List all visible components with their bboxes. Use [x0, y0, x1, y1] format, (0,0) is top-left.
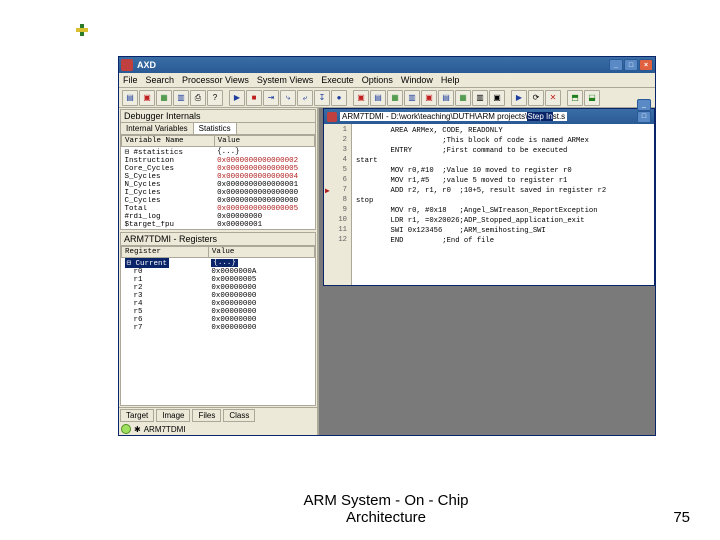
statistics-row[interactable]: Instruction0x0000000000000002: [122, 157, 315, 165]
toolbar-button[interactable]: ●: [331, 90, 347, 106]
toolbar-button[interactable]: ▶: [511, 90, 527, 106]
toolbar-button[interactable]: ✕: [545, 90, 561, 106]
register-row[interactable]: r40x00000000: [122, 300, 315, 308]
bottom-tabs: Target Image Files Class: [119, 407, 317, 423]
debugger-internals-panel: Debugger Internals Internal Variables St…: [120, 109, 316, 230]
toolbar-button[interactable]: ⬓: [584, 90, 600, 106]
register-row[interactable]: r00x0000000A: [122, 268, 315, 276]
col-value[interactable]: Value: [208, 247, 314, 258]
col-register[interactable]: Register: [122, 247, 209, 258]
registers-table: Register Value ⊟ Current {...} r00x00000…: [121, 246, 315, 332]
toolbar-button[interactable]: ▤: [370, 90, 386, 106]
body: Debugger Internals Internal Variables St…: [119, 108, 655, 435]
statistics-row[interactable]: Core_Cycles0x0000000000000005: [122, 165, 315, 173]
code-window: ARM7TDMI - D:\work\teaching\DUTH\ARM pro…: [323, 108, 655, 286]
app-icon: [121, 59, 133, 71]
line-number-gutter: 1234567▶89101112: [324, 124, 352, 285]
axd-main-window: AXD _ □ × File Search Processor Views Sy…: [118, 56, 656, 436]
menu-file[interactable]: File: [123, 75, 138, 85]
toolbar-button[interactable]: ⎙: [190, 90, 206, 106]
processor-indicator[interactable]: ✱ ARM7TDMI: [119, 423, 317, 435]
processor-name: ARM7TDMI: [144, 425, 186, 434]
statistics-table: Variable Name Value ⊟ #statistics{...} I…: [121, 135, 315, 229]
statistics-row[interactable]: I_Cycles0x0000000000000000: [122, 189, 315, 197]
register-row[interactable]: r10x00000005: [122, 276, 315, 284]
toolbar-button[interactable]: ↧: [314, 90, 330, 106]
code-text[interactable]: AREA ARMex, CODE, READONLY ;This block o…: [352, 124, 610, 285]
left-column: Debugger Internals Internal Variables St…: [119, 108, 319, 435]
close-button[interactable]: ×: [639, 59, 653, 71]
menu-system-views[interactable]: System Views: [257, 75, 313, 85]
col-variable-name[interactable]: Variable Name: [122, 136, 215, 147]
statistics-row[interactable]: C_Cycles0x0000000000000000: [122, 197, 315, 205]
tab-image[interactable]: Image: [156, 409, 190, 422]
tab-class[interactable]: Class: [223, 409, 255, 422]
toolbar-button[interactable]: ▣: [139, 90, 155, 106]
titlebar[interactable]: AXD _ □ ×: [119, 57, 655, 73]
menu-help[interactable]: Help: [441, 75, 460, 85]
app-title: AXD: [137, 60, 156, 70]
toolbar-button[interactable]: ■: [246, 90, 262, 106]
toolbar-button[interactable]: ⬒: [567, 90, 583, 106]
toolbar-button[interactable]: ⟳: [528, 90, 544, 106]
toolbar-button[interactable]: ?: [207, 90, 223, 106]
toolbar-button[interactable]: ▣: [489, 90, 505, 106]
toolbar-button[interactable]: ▥: [173, 90, 189, 106]
toolbar-button[interactable]: ▶: [229, 90, 245, 106]
statistics-row[interactable]: #rdi_log0x00000000: [122, 213, 315, 221]
statistics-row[interactable]: N_Cycles0x0000000000000001: [122, 181, 315, 189]
tab-internal-variables[interactable]: Internal Variables: [121, 123, 194, 134]
internals-tabs: Internal Variables Statistics: [121, 123, 315, 135]
tab-target[interactable]: Target: [120, 409, 154, 422]
statistics-row[interactable]: Total0x0000000000000005: [122, 205, 315, 213]
tab-statistics[interactable]: Statistics: [194, 123, 237, 134]
toolbar: ▤ ▣ ▦ ▥ ⎙ ? ▶ ■ ⇥ ⤷ ⤶ ↧ ● ▣ ▤ ▦ ▥ ▣ ▤ ▦ …: [119, 88, 655, 108]
register-row[interactable]: r30x00000000: [122, 292, 315, 300]
panel-title: Debugger Internals: [121, 110, 315, 123]
registers-panel: ARM7TDMI - Registers Register Value ⊟ Cu…: [120, 232, 316, 406]
file-icon: [327, 112, 337, 122]
minimize-button[interactable]: _: [609, 59, 623, 71]
code-titlebar[interactable]: ARM7TDMI - D:\work\teaching\DUTH\ARM pro…: [324, 109, 654, 124]
code-body: 1234567▶89101112 AREA ARMex, CODE, READO…: [324, 124, 654, 285]
toolbar-button[interactable]: ▦: [156, 90, 172, 106]
code-maximize-button[interactable]: □: [637, 111, 651, 123]
toolbar-button[interactable]: ▤: [438, 90, 454, 106]
page-number: 75: [673, 509, 690, 526]
col-value[interactable]: Value: [214, 136, 314, 147]
toolbar-button[interactable]: ▥: [404, 90, 420, 106]
toolbar-button[interactable]: ⇥: [263, 90, 279, 106]
register-row[interactable]: r20x00000000: [122, 284, 315, 292]
star-icon: ✱: [134, 425, 141, 434]
register-row[interactable]: r70x00000000: [122, 324, 315, 332]
panel-title: ARM7TDMI - Registers: [121, 233, 315, 246]
code-minimize-button[interactable]: _: [637, 99, 651, 111]
slide-footer: ARM System - On - Chip Architecture: [276, 492, 496, 527]
statistics-row[interactable]: $target_fpu0x00000001: [122, 221, 315, 229]
menu-execute[interactable]: Execute: [321, 75, 354, 85]
menu-search[interactable]: Search: [146, 75, 175, 85]
register-row[interactable]: r60x00000000: [122, 316, 315, 324]
toolbar-button[interactable]: ▥: [472, 90, 488, 106]
toolbar-button[interactable]: ▣: [421, 90, 437, 106]
menu-processor-views[interactable]: Processor Views: [182, 75, 249, 85]
register-group-current[interactable]: ⊟ Current {...}: [122, 258, 315, 269]
maximize-button[interactable]: □: [624, 59, 638, 71]
toolbar-button[interactable]: ▤: [122, 90, 138, 106]
toolbar-button[interactable]: ▦: [455, 90, 471, 106]
toolbar-button[interactable]: ⤶: [297, 90, 313, 106]
statistics-row[interactable]: S_Cycles0x0000000000000004: [122, 173, 315, 181]
menu-options[interactable]: Options: [362, 75, 393, 85]
slide-bullet-icon: [76, 24, 88, 36]
toolbar-button[interactable]: ⤷: [280, 90, 296, 106]
tab-files[interactable]: Files: [192, 409, 221, 422]
path-selected: Step In: [527, 112, 552, 121]
statistics-row[interactable]: ⊟ #statistics{...}: [122, 147, 315, 158]
code-path: ARM7TDMI - D:\work\teaching\DUTH\ARM pro…: [340, 112, 567, 121]
toolbar-button[interactable]: ▣: [353, 90, 369, 106]
toolbar-button[interactable]: ▦: [387, 90, 403, 106]
menu-window[interactable]: Window: [401, 75, 433, 85]
register-row[interactable]: r50x00000000: [122, 308, 315, 316]
menubar: File Search Processor Views System Views…: [119, 73, 655, 88]
